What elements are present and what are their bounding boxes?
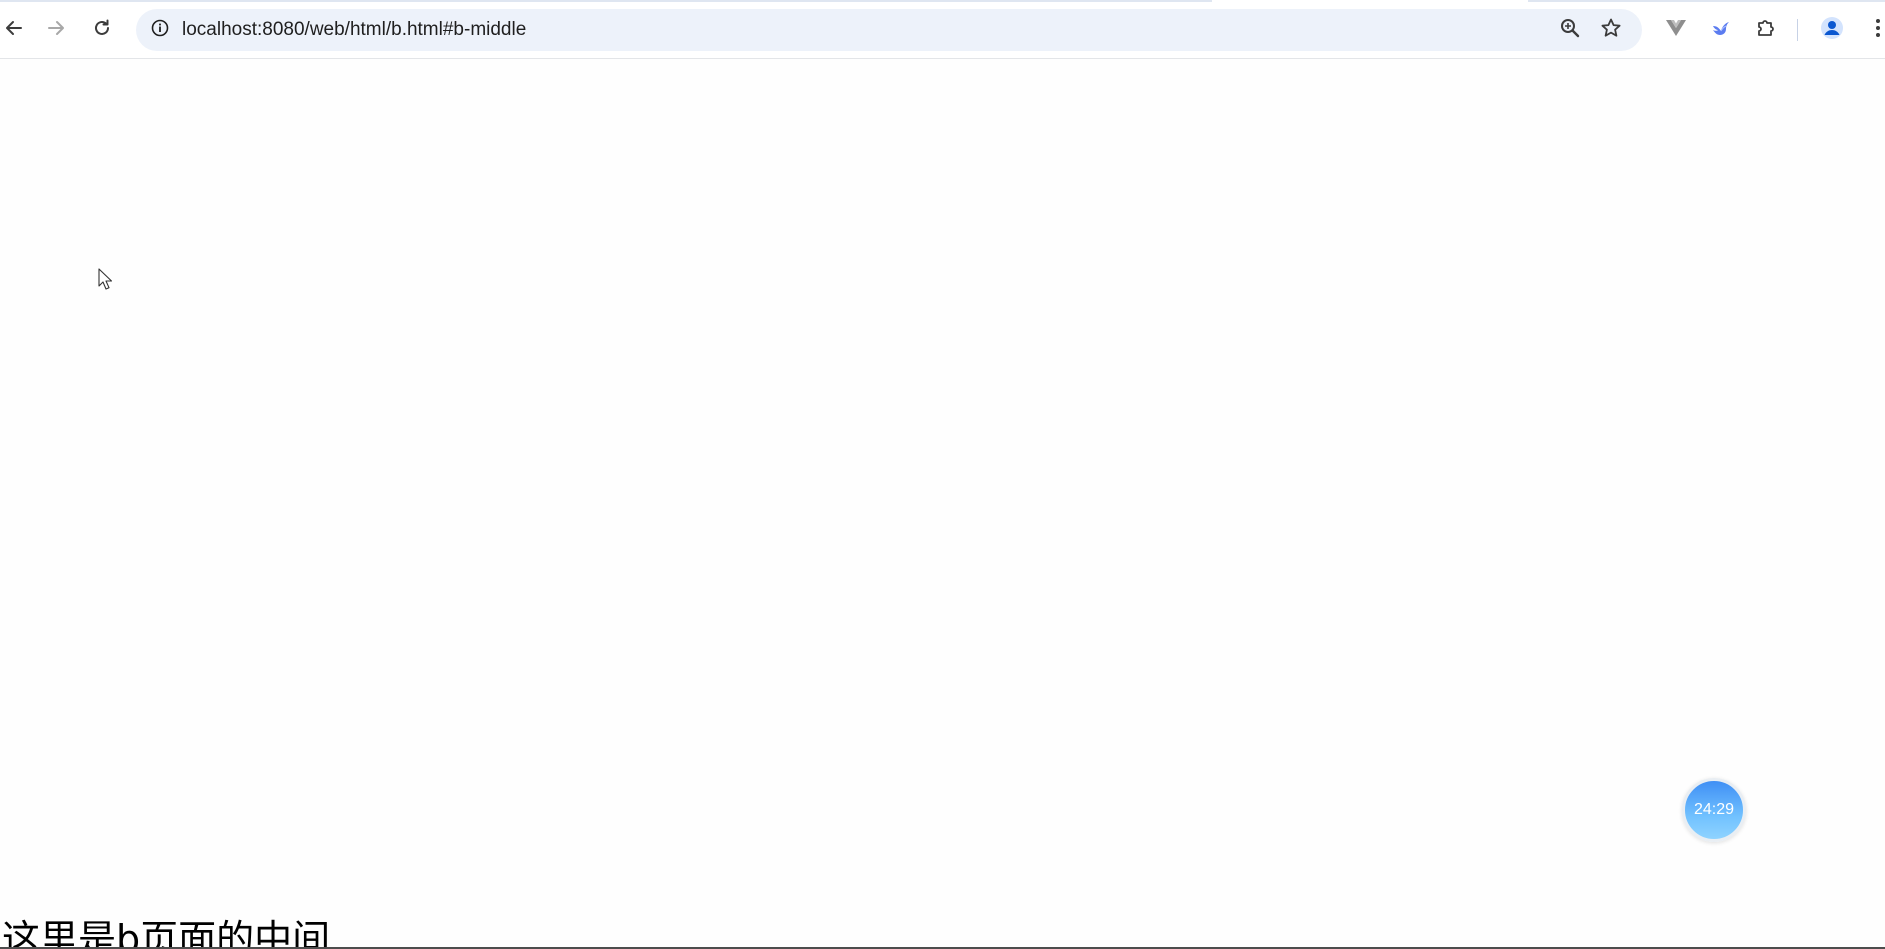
profile-button[interactable]: [1814, 12, 1850, 48]
loading-progress-bar-tail: [1528, 0, 1885, 2]
bird-extension-icon: [1711, 18, 1731, 43]
puzzle-extensions-icon: [1755, 17, 1777, 44]
browser-menu-button[interactable]: [1860, 12, 1885, 48]
zoom-icon: [1559, 17, 1581, 44]
info-icon: [150, 18, 170, 43]
vue-devtools-extension[interactable]: [1658, 12, 1694, 48]
reload-button[interactable]: [84, 12, 120, 48]
back-icon: [4, 18, 24, 43]
site-info-button[interactable]: [144, 14, 176, 46]
kebab-menu-icon: [1875, 18, 1881, 43]
toolbar-divider: [1797, 19, 1798, 41]
back-button[interactable]: [0, 12, 32, 48]
floating-timer-button[interactable]: 24:29: [1682, 778, 1746, 842]
bookmark-button[interactable]: [1595, 14, 1627, 46]
profile-avatar-icon: [1820, 16, 1844, 45]
page-heading: 这里是b页面的中间: [2, 917, 331, 947]
browser-toolbar: localhost:8080/web/html/b.html#b-middle: [0, 0, 1885, 59]
loading-progress-bar: [0, 0, 1212, 2]
reload-icon: [92, 18, 112, 43]
mouse-pointer-icon: [98, 268, 113, 295]
bird-extension[interactable]: [1703, 12, 1739, 48]
url-text[interactable]: localhost:8080/web/html/b.html#b-middle: [182, 20, 526, 40]
zoom-button[interactable]: [1554, 14, 1586, 46]
bookmark-star-icon: [1600, 17, 1622, 44]
page-heading-container: 这里是b页面的中间: [0, 905, 1885, 947]
vue-devtools-icon: [1665, 18, 1687, 43]
forward-button[interactable]: [38, 12, 74, 48]
address-bar[interactable]: localhost:8080/web/html/b.html#b-middle: [136, 9, 1642, 51]
forward-icon: [46, 18, 66, 43]
extensions-button[interactable]: [1748, 12, 1784, 48]
timer-label: 24:29: [1693, 801, 1735, 818]
